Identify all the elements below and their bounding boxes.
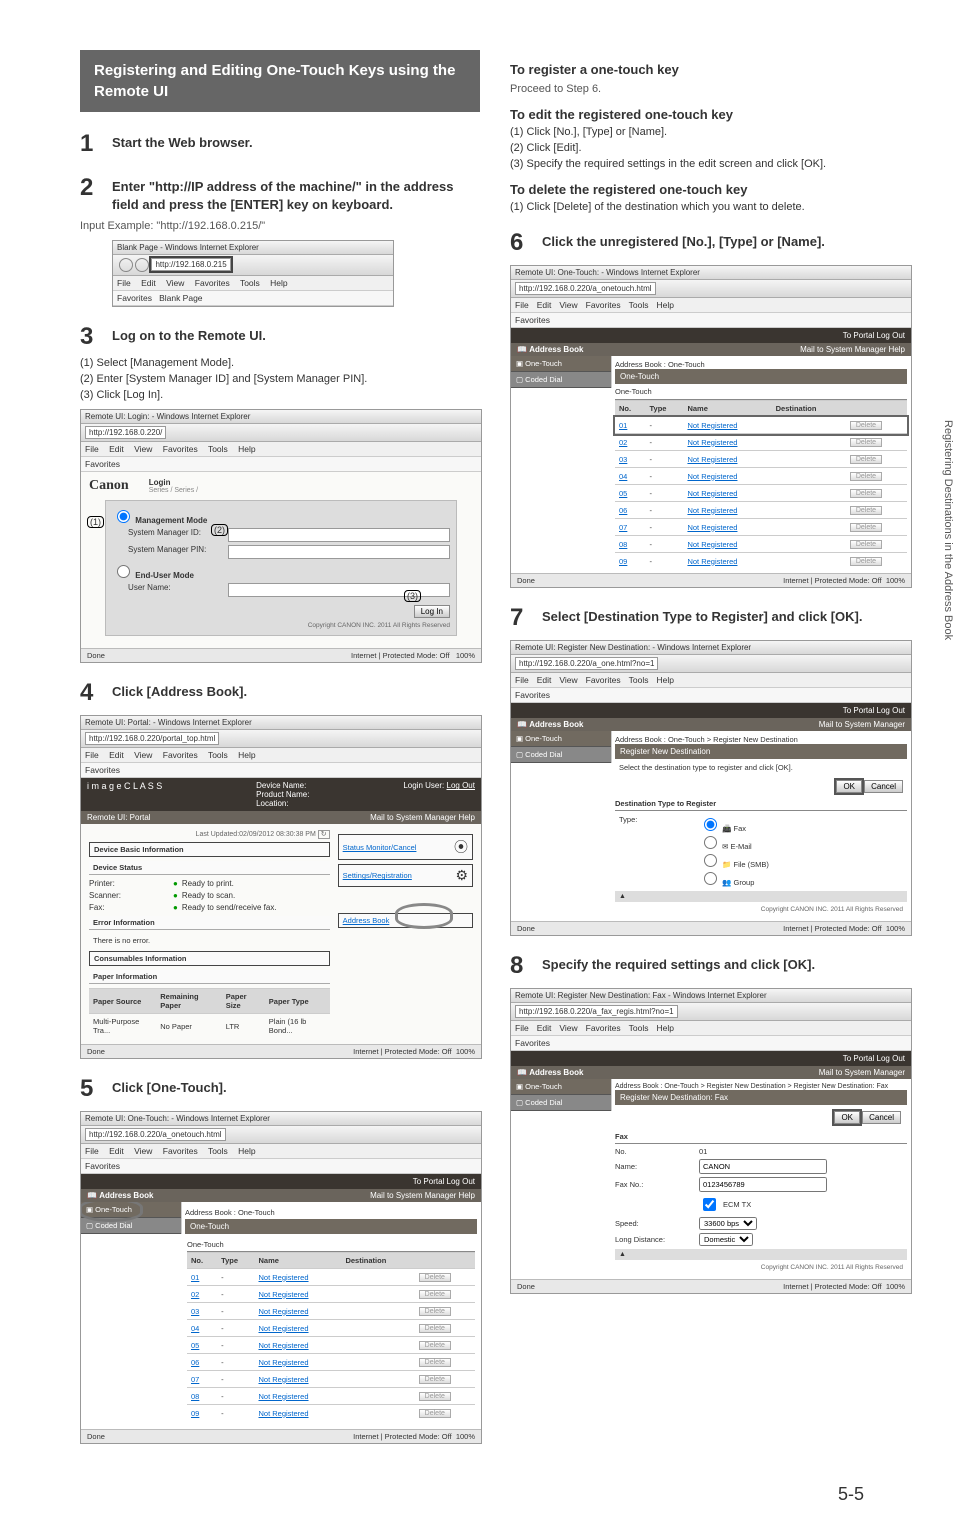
refresh-icon[interactable]: ↻ — [318, 830, 330, 839]
input-example: Input Example: "http://192.168.0.215/" — [80, 220, 480, 232]
sys-id-input[interactable] — [228, 528, 450, 542]
menu-bar[interactable]: File Edit View Favorites Tools Help — [113, 276, 393, 291]
table-row: 06-Not RegisteredDelete — [187, 1354, 475, 1371]
cancel-button[interactable]: Cancel — [862, 1111, 901, 1124]
screenshot-portal: Remote UI: Portal: - Windows Internet Ex… — [80, 715, 482, 1059]
side-tab: Registering Destinations in the Address … — [939, 280, 954, 650]
forward-icon[interactable] — [135, 258, 149, 272]
address-book-highlight — [395, 903, 453, 929]
ecm-checkbox[interactable] — [703, 1198, 716, 1211]
step-4: 4 Click [Address Book]. — [80, 679, 480, 707]
page-number: 5-5 — [0, 1474, 954, 1535]
long-distance-select[interactable]: Domestic — [699, 1233, 753, 1246]
type-email-radio[interactable] — [704, 836, 717, 849]
delete-heading: To delete the registered one-touch key — [510, 182, 910, 197]
screenshot-step7: Remote UI: Register New Destination: - W… — [510, 640, 912, 936]
type-file-radio[interactable] — [704, 854, 717, 867]
step-6: 6 Click the unregistered [No.], [Type] o… — [510, 229, 910, 257]
step-3: 3 Log on to the Remote UI. — [80, 323, 480, 351]
step-2: 2 Enter "http://IP address of the machin… — [80, 174, 480, 214]
table-row: 08-Not RegisteredDelete — [187, 1388, 475, 1405]
brand-logo: Canon — [89, 478, 129, 494]
register-heading: To register a one-touch key — [510, 62, 910, 77]
faxno-input[interactable] — [699, 1177, 827, 1192]
end-user-radio[interactable] — [117, 565, 130, 578]
callout-1: (1) — [87, 516, 104, 528]
step-5: 5 Click [One-Touch]. — [80, 1075, 480, 1103]
back-icon[interactable] — [119, 258, 133, 272]
step-8: 8 Specify the required settings and clic… — [510, 952, 910, 980]
login-button[interactable]: Log In — [414, 605, 450, 618]
speed-select[interactable]: 33600 bps — [699, 1217, 757, 1230]
callout-2: (2) — [211, 524, 228, 536]
table-row: 09-Not RegisteredDelete — [187, 1405, 475, 1422]
table-row: 01-Not RegisteredDelete — [187, 1269, 475, 1286]
screenshot-step6: Remote UI: One-Touch: - Windows Internet… — [510, 265, 912, 588]
ok-button[interactable]: OK — [836, 780, 862, 793]
table-row: 02-Not RegisteredDelete — [187, 1286, 475, 1303]
nav-one-touch[interactable]: ▣ One-Touch — [81, 1202, 181, 1218]
ok-button[interactable]: OK — [834, 1111, 860, 1124]
screenshot-login: Remote UI: Login: - Windows Internet Exp… — [80, 409, 482, 663]
type-group-radio[interactable] — [704, 872, 717, 885]
sys-pin-input[interactable] — [228, 545, 450, 559]
cancel-button[interactable]: Cancel — [864, 780, 903, 793]
table-row: 04-Not RegisteredDelete — [187, 1320, 475, 1337]
name-input[interactable] — [699, 1159, 827, 1174]
table-row: 05-Not RegisteredDelete — [187, 1337, 475, 1354]
mgmt-mode-radio[interactable] — [117, 510, 130, 523]
table-row: 03-Not RegisteredDelete — [187, 1303, 475, 1320]
type-fax-radio[interactable] — [704, 818, 717, 831]
address-bar[interactable]: http://192.168.0.215 — [151, 258, 230, 271]
address-book-link[interactable]: Address Book — [343, 916, 390, 925]
step-7: 7 Select [Destination Type to Register] … — [510, 604, 910, 632]
screenshot-browser: Blank Page - Windows Internet Explorer h… — [112, 240, 394, 307]
table-row: 07-Not RegisteredDelete — [187, 1371, 475, 1388]
edit-heading: To edit the registered one-touch key — [510, 107, 910, 122]
delete-button[interactable]: Delete — [419, 1273, 451, 1282]
page-title: Registering and Editing One-Touch Keys u… — [80, 50, 480, 112]
step-1: 1 Start the Web browser. — [80, 130, 480, 158]
favorites-label[interactable]: Favorites — [117, 293, 152, 303]
onetouch-table: No.TypeNameDestination 01-Not Registered… — [187, 1252, 475, 1421]
callout-3: (3) — [404, 590, 421, 602]
screenshot-step8: Remote UI: Register New Destination: Fax… — [510, 988, 912, 1294]
screenshot-onetouch: Remote UI: One-Touch: - Windows Internet… — [80, 1111, 482, 1444]
